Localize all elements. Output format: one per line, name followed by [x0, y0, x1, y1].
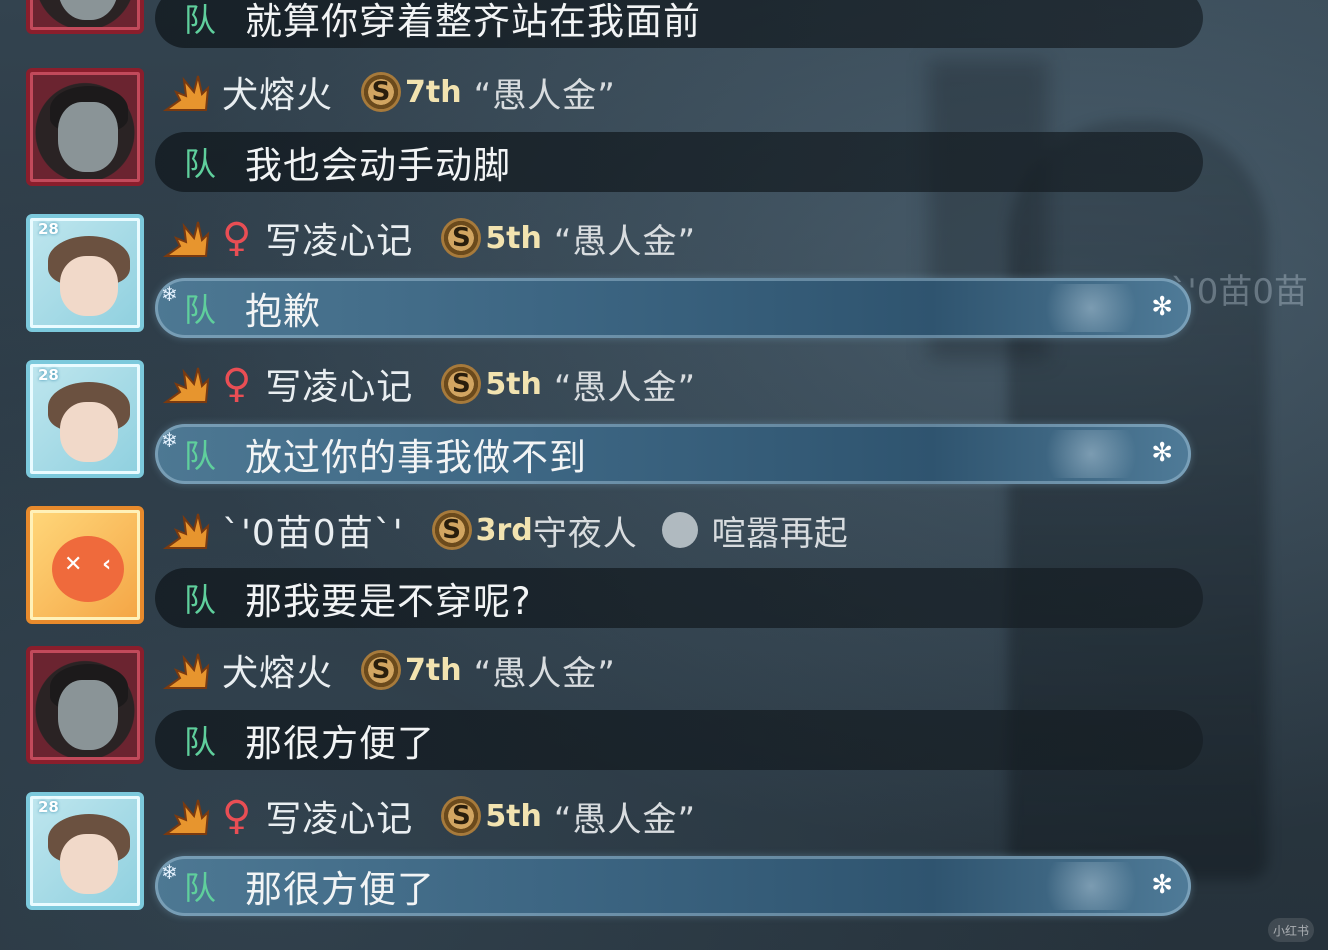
rank-icon: S	[431, 510, 472, 550]
avatar-level: 28	[38, 220, 59, 238]
rank-label: 5th	[485, 366, 542, 402]
team-channel-tag: 队	[183, 1, 216, 39]
team-channel-tag: 队	[183, 581, 216, 619]
rank-icon: S	[441, 218, 482, 258]
rank-icon: S	[361, 650, 402, 690]
snowflake-icon: ❄	[161, 428, 178, 452]
chat-bubble: 队 就算你穿着整齐站在我面前	[155, 0, 1203, 48]
message-text: 就算你穿着整齐站在我面前	[245, 0, 701, 43]
message-header: ♀ 写凌心记 S 5th “愚人金”	[162, 356, 696, 412]
message-text: 放过你的事我做不到	[245, 436, 587, 479]
username[interactable]: 犬熔火	[222, 66, 333, 118]
username[interactable]: 写凌心记	[265, 790, 413, 842]
female-icon: ♀	[222, 793, 252, 839]
avatar[interactable]: 28	[26, 214, 144, 332]
message-text: 抱歉	[245, 290, 321, 333]
chat-bubble: 队 那很方便了	[155, 710, 1203, 770]
avatar[interactable]	[26, 68, 144, 186]
avatar[interactable]	[26, 0, 144, 34]
player-title: “愚人金”	[473, 653, 616, 694]
flame-icon	[162, 799, 210, 835]
team-channel-tag: 队	[183, 723, 216, 761]
message-header: `'0苗0苗`' S 3rd 守夜人 喧嚣再起	[162, 502, 848, 558]
chat-bubble: ❄ 队 放过你的事我做不到 ✻	[155, 424, 1191, 484]
chat-bubble: ❄ 队 抱歉 ✻	[155, 278, 1191, 338]
player-title: “愚人金”	[473, 75, 616, 116]
snowflake-icon: ❄	[161, 860, 178, 884]
message-header: 犬熔火 S 7th “愚人金”	[162, 642, 616, 698]
avatar[interactable]	[26, 646, 144, 764]
chat-bubble: 队 那我要是不穿呢?	[155, 568, 1203, 628]
player-subtitle: 喧嚣再起	[711, 513, 848, 554]
message-header: ♀ 写凌心记 S 5th “愚人金”	[162, 788, 696, 844]
message-header: 犬熔火 S 7th “愚人金”	[162, 64, 616, 120]
faded-background-text: `'0苗0苗	[1170, 272, 1308, 312]
rank-label: 3rd	[475, 512, 533, 548]
avatar-level: 28	[38, 366, 59, 384]
message-text: 我也会动手动脚	[245, 144, 511, 187]
flame-icon	[162, 367, 210, 403]
username[interactable]: 写凌心记	[265, 212, 413, 264]
flame-icon	[162, 221, 210, 257]
player-title: 守夜人	[532, 513, 638, 554]
rank-icon: S	[441, 796, 482, 836]
message-text: 那我要是不穿呢?	[245, 580, 532, 623]
rank-label: 5th	[485, 220, 542, 256]
avatar[interactable]: ✕ ‹	[26, 506, 144, 624]
message-header: ♀ 写凌心记 S 5th “愚人金”	[162, 210, 696, 266]
snowflake-icon: ✻	[1151, 292, 1173, 322]
snowflake-icon: ❄	[161, 282, 178, 306]
message-text: 那很方便了	[245, 722, 435, 765]
rank-label: 7th	[405, 74, 462, 110]
rank-label: 5th	[485, 798, 542, 834]
message-text: 那很方便了	[245, 868, 435, 911]
female-icon: ♀	[222, 215, 252, 261]
feather-icon	[661, 512, 698, 548]
chat-bubble: 队 我也会动手动脚	[155, 132, 1203, 192]
snowflake-icon: ✻	[1151, 438, 1173, 468]
flame-icon	[162, 513, 210, 549]
female-icon: ♀	[222, 361, 252, 407]
avatar[interactable]: 28	[26, 792, 144, 910]
username[interactable]: 犬熔火	[222, 644, 333, 696]
player-title: “愚人金”	[553, 221, 697, 262]
chat-bubble: ❄ 队 那很方便了 ✻	[155, 856, 1191, 916]
username[interactable]: `'0苗0苗`'	[222, 504, 404, 556]
rank-icon: S	[441, 364, 482, 404]
rank-icon: S	[361, 72, 402, 112]
avatar[interactable]: 28	[26, 360, 144, 478]
flame-icon	[162, 75, 210, 111]
username[interactable]: 写凌心记	[265, 358, 413, 410]
player-title: “愚人金”	[553, 799, 697, 840]
flame-icon	[162, 653, 210, 689]
team-channel-tag: 队	[183, 145, 216, 183]
rank-label: 7th	[405, 652, 462, 688]
player-title: “愚人金”	[553, 367, 697, 408]
snowflake-icon: ✻	[1151, 870, 1173, 900]
watermark: 小红书	[1268, 918, 1314, 942]
avatar-level: 28	[38, 798, 59, 816]
